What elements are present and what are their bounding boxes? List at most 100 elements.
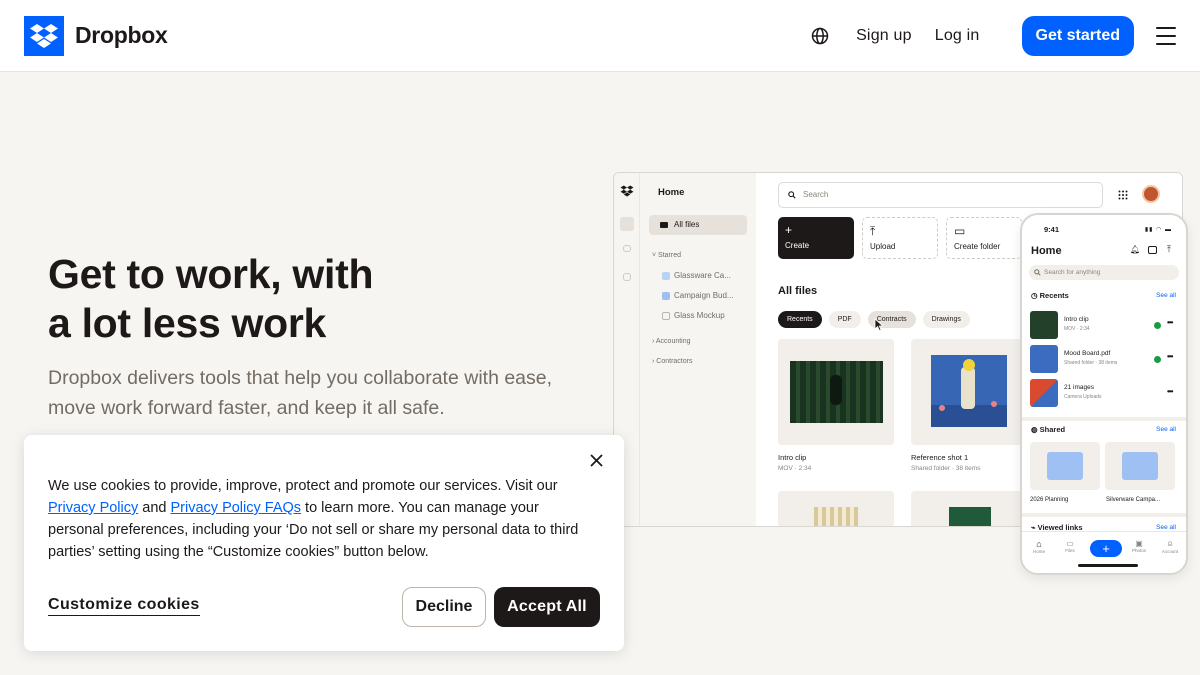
sidebar-item-all-files: All files — [649, 215, 747, 235]
shared-folder-card — [1030, 442, 1100, 490]
phone-time: 9:41 — [1044, 225, 1060, 234]
dropbox-mini-logo-icon — [620, 185, 634, 197]
upload-icon: ⤒ — [1167, 244, 1171, 254]
recent-meta: MOV · 2:34 — [1064, 326, 1090, 332]
mouse-cursor-icon — [874, 318, 884, 332]
accounting-label: Accounting — [655, 338, 691, 345]
contractors-label: Contractors — [656, 358, 693, 365]
sign-up-link[interactable]: Sign up — [856, 27, 912, 45]
shared-label: Shared — [1039, 425, 1066, 434]
sidebar-accounting: › Accounting — [652, 338, 691, 345]
accept-all-button[interactable]: Accept All — [494, 587, 600, 627]
phone-home-title: Home — [1031, 245, 1062, 257]
home-rail-icon — [620, 217, 634, 231]
shared-folder-card — [1105, 442, 1175, 490]
recent-thumbnail — [1030, 345, 1058, 373]
more-options-icon: ••• — [1167, 352, 1173, 361]
see-all-link: See all — [1156, 292, 1176, 299]
photos-icon: ▣ — [1135, 539, 1143, 548]
hamburger-menu-icon[interactable] — [1156, 26, 1176, 45]
brand-name: Dropbox — [75, 22, 168, 48]
privacy-policy-faqs-link[interactable]: Privacy Policy FAQs — [171, 500, 302, 516]
starred-item: Glass Mockup — [674, 311, 725, 320]
upload-label: Upload — [870, 242, 896, 251]
tab-home: ⌂ Home — [1028, 539, 1050, 554]
create-action: + Create — [778, 217, 854, 259]
folder-rail-icon — [623, 245, 631, 252]
nav-actions: Sign up Log in Get started — [810, 15, 1176, 56]
upload-action: ⤒ Upload — [862, 217, 938, 259]
search-placeholder: Search — [803, 190, 829, 199]
section-divider — [1022, 417, 1186, 421]
apps-grid-icon — [1118, 190, 1128, 200]
phone-add-button: + — [1090, 540, 1122, 557]
chip-drawings: Drawings — [922, 311, 970, 328]
file-card — [911, 491, 1027, 526]
create-label: Create — [785, 241, 810, 250]
file-thumbnail — [949, 507, 991, 526]
see-all-link: See all — [1156, 426, 1176, 433]
plus-icon: + — [785, 223, 793, 237]
file-meta: MOV · 2:34 — [778, 465, 812, 472]
phone-search: Search for anything — [1029, 265, 1179, 280]
sidebar-starred: ˅ Starred — [652, 252, 682, 259]
synced-check-icon — [1154, 322, 1161, 329]
recent-name: Intro clip — [1064, 316, 1089, 323]
create-folder-label: Create folder — [954, 242, 1001, 251]
bell-icon: 🔔︎ — [1130, 245, 1141, 254]
phone-app-mockup: 9:41 ▮▮ ◠ ▬ Home 🔔︎ ⤒ Search for anythin… — [1020, 213, 1188, 575]
customize-cookies-link[interactable]: Customize cookies — [48, 596, 200, 616]
avatar — [1142, 185, 1160, 203]
shared-folder-name: 2026 Planning — [1030, 497, 1069, 503]
app-search: Search — [778, 182, 1103, 208]
tab-photos-label: Photos — [1131, 548, 1146, 553]
log-in-link[interactable]: Log in — [935, 27, 980, 45]
globe-icon[interactable] — [810, 26, 830, 46]
recents-label: Recents — [1039, 291, 1069, 300]
see-all-link: See all — [1156, 524, 1176, 531]
section-divider — [1022, 513, 1186, 517]
app-sidebar: Home All files ˅ Starred Glassware Ca...… — [640, 173, 756, 526]
sheet-icon — [662, 292, 670, 300]
search-icon — [788, 191, 796, 199]
action-buttons: + Create ⤒ Upload ▭ Create folder — [778, 217, 1022, 259]
tab-home-label: Home — [1032, 549, 1045, 554]
decline-button[interactable]: Decline — [402, 587, 486, 627]
starred-label: Starred — [658, 252, 682, 259]
all-files-heading: All files — [778, 285, 818, 297]
dropbox-logo[interactable]: Dropbox — [24, 15, 168, 56]
file-thumbnail — [814, 507, 858, 526]
photos-rail-icon — [623, 273, 631, 281]
folder-plus-icon: ▭ — [954, 224, 966, 238]
file-name: Reference shot 1 — [911, 453, 969, 462]
status-icons: ▮▮ ◠ ▬ — [1144, 227, 1172, 233]
file-thumbnail — [931, 355, 1007, 427]
recent-thumbnail — [1030, 379, 1058, 407]
cookie-message: We use cookies to provide, improve, prot… — [48, 475, 596, 563]
more-options-icon: ••• — [1167, 318, 1173, 327]
dropbox-logo-icon — [24, 15, 64, 56]
cookie-text-intro: We use cookies to provide, improve, prot… — [48, 478, 558, 494]
hero-title-line2: a lot less work — [48, 300, 327, 346]
more-options-icon: ••• — [1167, 387, 1173, 396]
starred-item: Glassware Ca... — [674, 271, 731, 280]
hero-title-line1: Get to work, with — [48, 251, 374, 297]
chip-pdf: PDF — [828, 311, 861, 328]
home-indicator — [1078, 564, 1138, 567]
shared-folder-icon — [1122, 452, 1158, 480]
file-thumbnail — [790, 361, 883, 423]
create-folder-action: ▭ Create folder — [946, 217, 1022, 259]
privacy-policy-link[interactable]: Privacy Policy — [48, 500, 138, 516]
folder-icon — [660, 222, 668, 228]
top-nav: Dropbox Sign up Log in Get started — [0, 0, 1200, 72]
recent-meta: Camera Uploads — [1064, 394, 1102, 400]
sidebar-contractors: › Contractors — [652, 358, 693, 365]
image-icon — [662, 312, 670, 320]
shared-folder-icon — [1047, 452, 1083, 480]
get-started-button[interactable]: Get started — [1021, 15, 1134, 56]
close-icon[interactable] — [587, 451, 605, 469]
recent-thumbnail — [1030, 311, 1058, 339]
file-card — [778, 491, 894, 526]
folder-icon — [662, 272, 670, 280]
recent-name: Mood Board.pdf — [1064, 350, 1111, 357]
